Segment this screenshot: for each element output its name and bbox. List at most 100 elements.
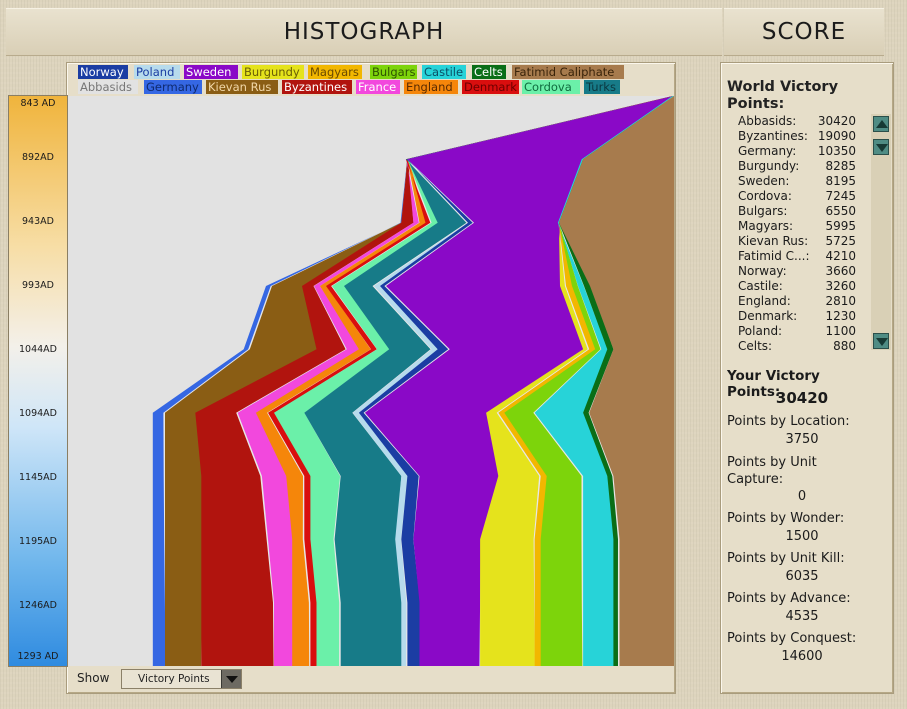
timeline-tick: 1246AD — [19, 600, 57, 611]
timeline-tick: 1094AD — [19, 408, 57, 419]
stat-value: 14600 — [781, 649, 823, 664]
legend-item: Castile — [422, 65, 466, 79]
legend-item: Germany — [144, 80, 202, 94]
world-victory-points-title: World Victory Points: — [727, 79, 839, 112]
world-score-list: Abbasids: 30420 Byzantines: 19090 Germany: 10… — [738, 114, 862, 354]
legend-item: Byzantines — [282, 80, 352, 94]
score-civ-name: Bulgars: — [738, 204, 788, 218]
arrow-down-icon — [876, 144, 888, 152]
legend-item: Cordova — [522, 80, 580, 94]
score-row: Fatimid C...: 4210 — [738, 249, 862, 264]
score-civ-name: Burgundy: — [738, 159, 800, 173]
score-row: Poland: 1100 — [738, 324, 862, 339]
stat-label: Points by Unit Kill: — [727, 551, 845, 566]
score-row: Sweden: 8195 — [738, 174, 862, 189]
show-dropdown[interactable]: Victory Points — [121, 669, 242, 689]
chevron-down-icon[interactable] — [221, 670, 241, 688]
score-row: Norway: 3660 — [738, 264, 862, 279]
timeline-tick: 1293 AD — [17, 651, 59, 662]
score-row: Kievan Rus: 5725 — [738, 234, 862, 249]
score-civ-value: 4210 — [825, 249, 856, 263]
legend-item: Bulgars — [370, 65, 418, 79]
legend-item: Celts — [472, 65, 506, 79]
histograph-svg — [68, 96, 674, 666]
score-civ-name: England: — [738, 294, 791, 308]
score-civ-value: 880 — [833, 339, 856, 353]
score-civ-value: 10350 — [817, 144, 856, 158]
show-dropdown-value: Victory Points — [138, 673, 210, 685]
score-civ-name: Celts: — [738, 339, 773, 353]
score-row: Cordova: 7245 — [738, 189, 862, 204]
stat-value: 0 — [797, 489, 807, 504]
score-row: England: 2810 — [738, 294, 862, 309]
score-civ-value: 7245 — [825, 189, 856, 203]
civ-legend: Norway Poland Sweden Burgundy Magyars Bulgars… — [76, 65, 676, 97]
score-row: Castile: 3260 — [738, 279, 862, 294]
score-civ-value: 2810 — [825, 294, 856, 308]
score-civ-name: Kievan Rus: — [738, 234, 809, 248]
stat-label: Points by Location: — [727, 414, 850, 429]
scroll-down-button[interactable] — [873, 333, 889, 349]
arrow-up-icon — [876, 120, 888, 128]
legend-item: Poland — [134, 65, 180, 79]
timeline-tick: 892AD — [22, 152, 54, 163]
score-row: Germany: 10350 — [738, 144, 862, 159]
score-civ-value: 1230 — [825, 309, 856, 323]
legend-item: Burgundy — [242, 65, 304, 79]
stat-label: Points by Advance: — [727, 591, 851, 606]
score-civ-name: Cordova: — [738, 189, 792, 203]
score-civ-value: 6550 — [825, 204, 856, 218]
stat-label: Points by Conquest: — [727, 631, 857, 646]
score-row: Denmark: 1230 — [738, 309, 862, 324]
legend-item: Kievan Rus — [206, 80, 278, 94]
legend-item: Turks — [584, 80, 620, 94]
show-label: Show — [77, 671, 110, 685]
score-civ-name: Magyars: — [738, 219, 794, 233]
stat-value: 4535 — [785, 609, 819, 624]
arrow-down-icon — [876, 338, 888, 346]
legend-item: Abbasids — [78, 80, 138, 94]
legend-item: Magyars — [308, 65, 362, 79]
score-civ-name: Byzantines: — [738, 129, 808, 143]
your-victory-points-value: 30420 — [775, 389, 829, 407]
timeline-tick: 993AD — [22, 280, 54, 291]
scroll-thumb[interactable] — [873, 139, 889, 155]
score-row: Celts: 880 — [738, 339, 862, 354]
legend-item: Sweden — [184, 65, 238, 79]
timeline-tick: 1145AD — [19, 472, 57, 483]
score-civ-name: Castile: — [738, 279, 783, 293]
stat-value: 6035 — [785, 569, 819, 584]
stat-label: Points by Wonder: — [727, 511, 845, 526]
stat-value: 1500 — [785, 529, 819, 544]
legend-item: Fatimid Caliphate — [512, 65, 624, 79]
score-civ-name: Sweden: — [738, 174, 790, 188]
stat-value: 3750 — [785, 432, 819, 447]
score-civ-name: Fatimid C...: — [738, 249, 810, 263]
timeline-axis: 843 AD 892AD 943AD 993AD 1044AD 1094AD 1145AD 1… — [8, 95, 68, 667]
score-civ-value: 30420 — [817, 114, 856, 128]
legend-item: Denmark — [462, 80, 519, 94]
legend-item: France — [356, 80, 400, 94]
timeline-tick: 1044AD — [19, 344, 57, 355]
score-civ-name: Denmark: — [738, 309, 798, 323]
score-civ-name: Abbasids: — [738, 114, 797, 128]
stat-label: Points by Unit Capture: — [727, 455, 817, 487]
score-row: Abbasids: 30420 — [738, 114, 862, 129]
score-civ-value: 1100 — [825, 324, 856, 338]
score-civ-value: 5725 — [825, 234, 856, 248]
score-civ-name: Norway: — [738, 264, 787, 278]
score-civ-value: 19090 — [817, 129, 856, 143]
histograph-plot — [68, 96, 674, 666]
score-row: Bulgars: 6550 — [738, 204, 862, 219]
score-civ-name: Germany: — [738, 144, 797, 158]
score-civ-value: 3660 — [825, 264, 856, 278]
score-civ-value: 3260 — [825, 279, 856, 293]
timeline-tick: 1195AD — [19, 536, 57, 547]
timeline-tick: 843 AD — [20, 98, 56, 109]
score-row: Burgundy: 8285 — [738, 159, 862, 174]
histograph-title: HISTOGRAPH — [6, 8, 722, 56]
scroll-up-button[interactable] — [873, 116, 889, 132]
score-row: Magyars: 5995 — [738, 219, 862, 234]
score-civ-value: 8195 — [825, 174, 856, 188]
score-title: SCORE — [724, 8, 884, 56]
